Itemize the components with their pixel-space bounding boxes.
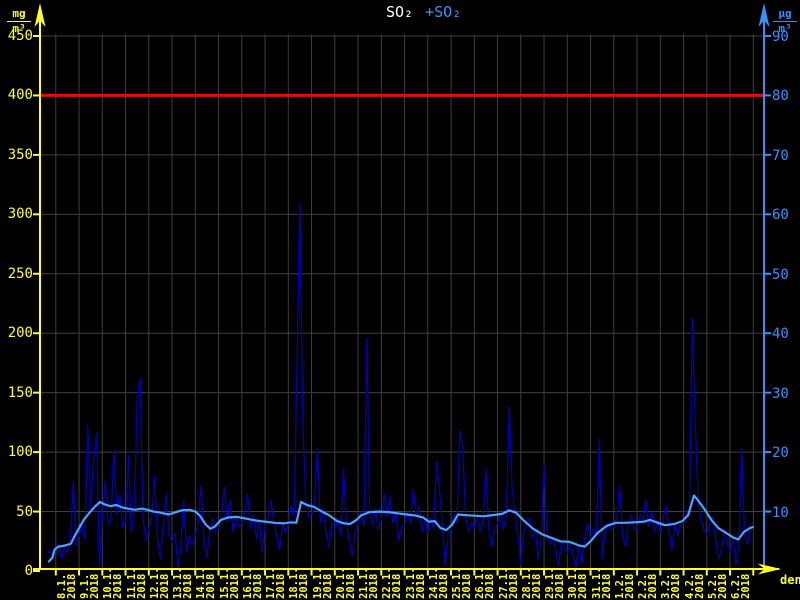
y-left-tick-label: 250 [7, 265, 33, 282]
y-right-unit-numerator: µg [778, 7, 792, 20]
x-date-label: 27.1. 2018 [497, 567, 520, 599]
y-right-tick-label: 20 [772, 445, 789, 462]
y-left-tick-label: 450 [7, 27, 33, 44]
y-right-tick-label: 90 [772, 28, 789, 45]
y-right-tick-label: 40 [772, 326, 789, 343]
x-date-label: 24.1. 2018 [427, 567, 450, 599]
x-date-label: 17.1. 2018 [265, 567, 288, 599]
y-left-tick-label: 400 [7, 87, 33, 104]
x-date-label: 14.1. 2018 [195, 567, 218, 599]
chart-title: SO₂ +SO₂ [386, 3, 461, 21]
x-date-label: 8.1. 2018 [55, 573, 78, 599]
x-date-label: 6.2. 2018 [730, 573, 753, 599]
x-date-label: 23.1. 2018 [404, 567, 427, 599]
x-date-label: 13.1. 2018 [172, 567, 195, 599]
y-left-tick-label: 50 [16, 503, 33, 520]
y-left-tick-label: 100 [7, 444, 33, 461]
x-date-label: 29.1. 2018 [544, 567, 567, 599]
x-date-label: 30.1. 2018 [567, 567, 590, 599]
x-date-label: 22.1. 2018 [381, 567, 404, 599]
x-date-label: 10.1. 2018 [102, 567, 125, 599]
x-date-label: 3.2. 2018 [660, 573, 683, 599]
y-left-tick-label: 0 [24, 563, 33, 579]
so2-chart: SO₂ +SO₂ mg m³ µg m³ den 0 50 100 150 200 250 3… [0, 0, 800, 600]
x-date-label: 28.1. 2018 [520, 567, 543, 599]
y-left-tick-label: 200 [7, 325, 33, 342]
y-right-tick-label: 10 [772, 504, 789, 521]
y-right-tick-label: 60 [772, 207, 789, 224]
x-date-label: 18.1. 2018 [288, 567, 311, 599]
y-left-tick-label: 300 [7, 206, 33, 223]
legend-so2-white: SO₂ [386, 3, 414, 21]
x-date-label: 19.1. 2018 [311, 567, 334, 599]
x-date-label: 2.2. 2018 [637, 573, 660, 599]
x-date-label: 20.1. 2018 [334, 567, 357, 599]
y-right-tick-label: 30 [772, 385, 789, 402]
x-date-label: 1.2. 2018 [613, 573, 636, 599]
legend-so2-blue: +SO₂ [425, 3, 462, 21]
y-right-tick-label: 70 [772, 147, 789, 164]
x-date-label: 4.2. 2018 [683, 573, 706, 599]
x-date-label: 11.1. 2018 [125, 567, 148, 599]
x-date-label: 12.1. 2018 [148, 567, 171, 599]
x-date-label: 31.1. 2018 [590, 567, 613, 599]
y-left-tick-label: 350 [7, 146, 33, 163]
plot-canvas [33, 3, 781, 576]
x-date-label: 16.1. 2018 [241, 567, 264, 599]
y-left-unit-numerator: mg [12, 7, 26, 20]
x-date-label: 21.1. 2018 [358, 567, 381, 599]
y-right-tick-label: 50 [772, 266, 789, 283]
x-axis-unit-label: den [780, 573, 800, 587]
x-date-label: 9.1. 2018 [79, 573, 102, 599]
x-date-label: 25.1. 2018 [451, 567, 474, 599]
x-date-label: 26.1. 2018 [474, 567, 497, 599]
x-date-label: 15.1. 2018 [218, 567, 241, 599]
y-left-tick-label: 150 [7, 384, 33, 401]
x-date-label: 5.2. 2018 [706, 573, 729, 599]
y-right-tick-label: 80 [772, 88, 789, 105]
